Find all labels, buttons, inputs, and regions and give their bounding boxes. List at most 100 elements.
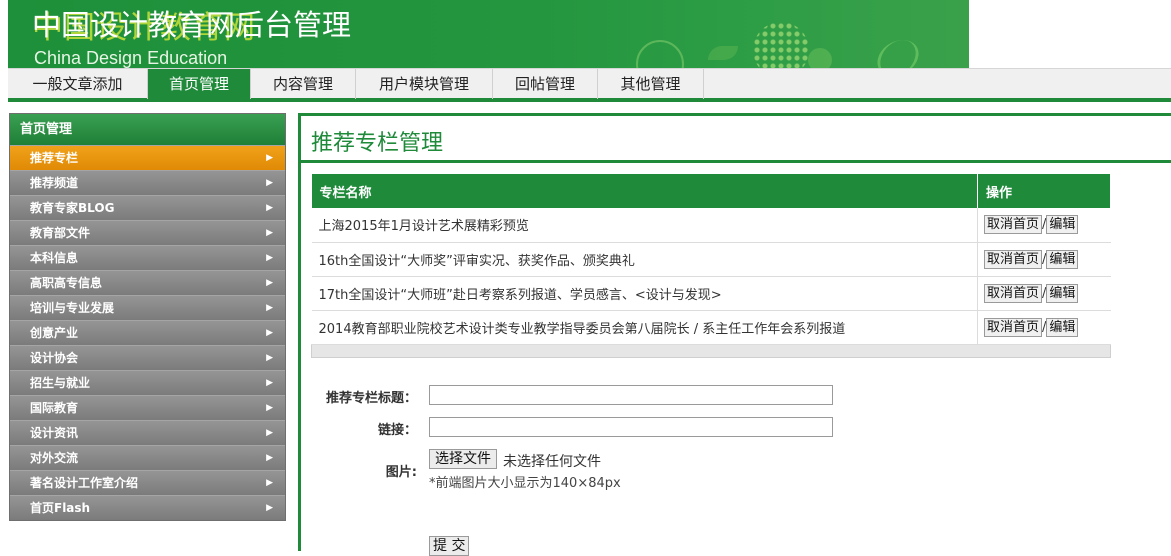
chevron-right-icon: ▶: [266, 428, 273, 438]
sidebar-item-label: 著名设计工作室介绍: [30, 476, 139, 490]
sidebar-title: 首页管理: [10, 114, 285, 145]
sidebar-item[interactable]: 创意产业 ▶: [10, 320, 285, 345]
site-title: 中国设计教育网后台管理: [32, 8, 352, 42]
sidebar-item-label: 设计协会: [30, 351, 79, 365]
submit-button[interactable]: 提 交: [429, 536, 470, 556]
column-name-cell: 2014教育部职业院校艺术设计类专业教学指导委员会第八届院长 / 系主任工作年会…: [311, 310, 978, 345]
sidebar-item[interactable]: 培训与专业发展 ▶: [10, 295, 285, 320]
sidebar-item[interactable]: 推荐频道 ▶: [10, 170, 285, 195]
sidebar-item-label: 创意产业: [30, 326, 79, 340]
sidebar-item[interactable]: 教育专家BLOG ▶: [10, 195, 285, 220]
banner-decoration: [808, 48, 832, 68]
image-size-hint: *前端图片大小显示为140×84px: [429, 476, 621, 491]
nav-tab-other-manage[interactable]: 其他管理: [598, 69, 704, 99]
nav-tab-content-manage[interactable]: 内容管理: [251, 69, 356, 99]
site-subtitle: China Design Education: [34, 48, 228, 68]
ops-cell: 取消首页 / 编辑: [977, 208, 1111, 243]
chevron-right-icon: ▶: [266, 328, 273, 338]
ops-cell: 取消首页 / 编辑: [977, 242, 1111, 277]
edit-button[interactable]: 编辑: [1046, 215, 1079, 235]
nav-tab-reply-manage[interactable]: 回帖管理: [493, 69, 598, 99]
link-input[interactable]: [429, 417, 833, 437]
sidebar-item-label: 首页Flash: [30, 501, 91, 515]
nav-tab-home-manage[interactable]: 首页管理: [148, 69, 251, 99]
top-nav: 一般文章添加 首页管理 内容管理 用户模块管理 回帖管理 其他管理: [8, 68, 1171, 102]
table-row: 17th全国设计“大师班”赴日考察系列报道、学员感言、<设计与发现> 取消首页 / 编…: [311, 276, 1111, 311]
chevron-right-icon: ▶: [266, 203, 273, 213]
chevron-right-icon: ▶: [266, 153, 273, 163]
sidebar-item-label: 本科信息: [30, 251, 79, 265]
sidebar-item-label: 教育专家BLOG: [30, 201, 115, 215]
choose-file-button[interactable]: 选择文件: [429, 449, 497, 469]
sidebar-item[interactable]: 国际教育 ▶: [10, 395, 285, 420]
sidebar-item[interactable]: 推荐专栏 ▶: [10, 145, 285, 170]
banner-decoration: [753, 22, 809, 68]
nav-tab-article-add[interactable]: 一般文章添加: [8, 69, 148, 99]
chevron-right-icon: ▶: [266, 503, 273, 513]
sidebar-item-label: 教育部文件: [30, 226, 91, 240]
page-title: 推荐专栏管理: [311, 131, 444, 156]
table-row: 上海2015年1月设计艺术展精彩预览 取消首页 / 编辑: [311, 208, 1111, 243]
sidebar-item[interactable]: 高职高专信息 ▶: [10, 270, 285, 295]
ops-cell: 取消首页 / 编辑: [977, 310, 1111, 345]
sidebar-item-label: 高职高专信息: [30, 276, 103, 290]
chevron-right-icon: ▶: [266, 403, 273, 413]
chevron-right-icon: ▶: [266, 453, 273, 463]
sidebar-item[interactable]: 对外交流 ▶: [10, 445, 285, 470]
sidebar-item[interactable]: 教育部文件 ▶: [10, 220, 285, 245]
cancel-home-button[interactable]: 取消首页: [984, 215, 1043, 235]
chevron-right-icon: ▶: [266, 378, 273, 388]
sidebar-item-label: 推荐专栏: [30, 151, 79, 165]
banner-decoration: [708, 46, 738, 60]
chevron-right-icon: ▶: [266, 353, 273, 363]
sidebar-item[interactable]: 设计资讯 ▶: [10, 420, 285, 445]
table-header: 专栏名称 操作: [311, 174, 1111, 208]
sidebar-item-label: 国际教育: [30, 401, 79, 415]
column-header-ops: 操作: [977, 174, 1111, 208]
cancel-home-button[interactable]: 取消首页: [984, 317, 1043, 337]
cancel-home-button[interactable]: 取消首页: [984, 283, 1043, 303]
table-row: 16th全国设计“大师奖”评审实况、获奖作品、颁奖典礼 取消首页 / 编辑: [311, 242, 1111, 277]
sidebar-menu: 推荐专栏 ▶ 推荐频道 ▶ 教育专家BLOG ▶ 教育部文件 ▶ 本科信息 ▶ 高职高专信息 ▶ 培训与…: [10, 145, 285, 520]
sidebar: 首页管理 推荐专栏 ▶ 推荐频道 ▶ 教育专家BLOG ▶ 教育部文件 ▶ 本科信息 ▶ 高职高专信…: [9, 113, 286, 521]
main-panel: 推荐专栏管理 专栏名称 操作 上海2015年1月设计艺术展精彩预览 取消首页 / 编辑…: [298, 113, 1171, 556]
edit-button[interactable]: 编辑: [1046, 317, 1079, 337]
banner-decoration: [873, 40, 923, 68]
banner-decoration: [636, 40, 684, 68]
sidebar-item-label: 推荐频道: [30, 176, 79, 190]
sidebar-item-label: 招生与就业: [30, 376, 91, 390]
sidebar-item[interactable]: 招生与就业 ▶: [10, 370, 285, 395]
nav-tab-user-module[interactable]: 用户模块管理: [356, 69, 493, 99]
sidebar-item[interactable]: 设计协会 ▶: [10, 345, 285, 370]
sidebar-item-label: 培训与专业发展: [30, 301, 115, 315]
header-banner: 中国设计教育网 中国设计教育网后台管理 China Design Educati…: [8, 0, 969, 68]
table-footer: [311, 343, 1111, 358]
image-field-label: 图片:: [385, 465, 417, 480]
column-name-cell: 上海2015年1月设计艺术展精彩预览: [311, 208, 978, 243]
sidebar-item[interactable]: 首页Flash ▶: [10, 495, 285, 520]
sidebar-item[interactable]: 本科信息 ▶: [10, 245, 285, 270]
sidebar-item-label: 设计资讯: [30, 426, 79, 440]
chevron-right-icon: ▶: [266, 178, 273, 188]
chevron-right-icon: ▶: [266, 478, 273, 488]
link-field-label: 链接：: [377, 423, 417, 438]
edit-button[interactable]: 编辑: [1046, 249, 1079, 269]
column-table: 专栏名称 操作 上海2015年1月设计艺术展精彩预览 取消首页 / 编辑 16th全国设…: [311, 174, 1111, 358]
edit-button[interactable]: 编辑: [1046, 283, 1079, 303]
table-row: 2014教育部职业院校艺术设计类专业教学指导委员会第八届院长 / 系主任工作年会…: [311, 310, 1111, 345]
chevron-right-icon: ▶: [266, 228, 273, 238]
column-name-cell: 16th全国设计“大师奖”评审实况、获奖作品、颁奖典礼: [311, 242, 978, 277]
table-body: 上海2015年1月设计艺术展精彩预览 取消首页 / 编辑 16th全国设计“大师奖”评审…: [311, 208, 1111, 345]
cancel-home-button[interactable]: 取消首页: [984, 249, 1043, 269]
sidebar-item-label: 对外交流: [30, 451, 79, 465]
file-status-text: 未选择任何文件: [503, 454, 601, 470]
chevron-right-icon: ▶: [266, 303, 273, 313]
title-field-label: 推荐专栏标题：: [325, 391, 417, 406]
chevron-right-icon: ▶: [266, 253, 273, 263]
chevron-right-icon: ▶: [266, 278, 273, 288]
sidebar-item[interactable]: 著名设计工作室介绍 ▶: [10, 470, 285, 495]
ops-cell: 取消首页 / 编辑: [977, 276, 1111, 311]
title-divider: [301, 160, 1171, 163]
column-header-name: 专栏名称: [311, 174, 978, 208]
column-title-input[interactable]: [429, 385, 833, 405]
